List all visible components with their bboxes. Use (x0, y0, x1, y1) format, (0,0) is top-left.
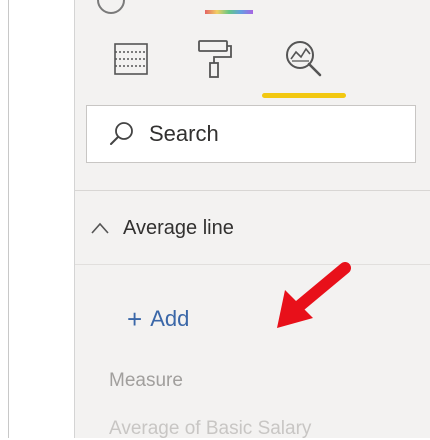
cropped-circle-icon (97, 0, 125, 14)
left-edge-strip (0, 0, 9, 438)
chevron-up-icon (89, 217, 111, 239)
plus-icon: + (127, 304, 143, 334)
section-divider (75, 264, 430, 265)
red-arrow-annotation-icon (277, 262, 351, 328)
fields-icon[interactable] (108, 36, 154, 82)
search-box[interactable] (86, 105, 416, 163)
section-title: Average line (123, 216, 234, 239)
active-tab-underline (262, 93, 346, 98)
cropped-color-strip (205, 10, 253, 14)
divider (75, 190, 430, 191)
format-paint-roller-icon[interactable] (191, 36, 237, 82)
add-average-line-button[interactable]: + Add (127, 306, 189, 332)
average-line-section-header[interactable]: Average line (89, 208, 234, 248)
pane-tabs (75, 30, 430, 100)
top-cropped-area (75, 0, 430, 18)
search-icon (107, 119, 137, 149)
measure-label: Measure (109, 370, 183, 391)
analytics-pane: Average line + Add Measure Average of Ba… (74, 0, 430, 439)
add-label: Add (150, 306, 190, 331)
measure-value: Average of Basic Salary (109, 418, 312, 439)
analytics-magnifier-icon[interactable] (281, 36, 327, 82)
search-input[interactable] (147, 120, 391, 148)
